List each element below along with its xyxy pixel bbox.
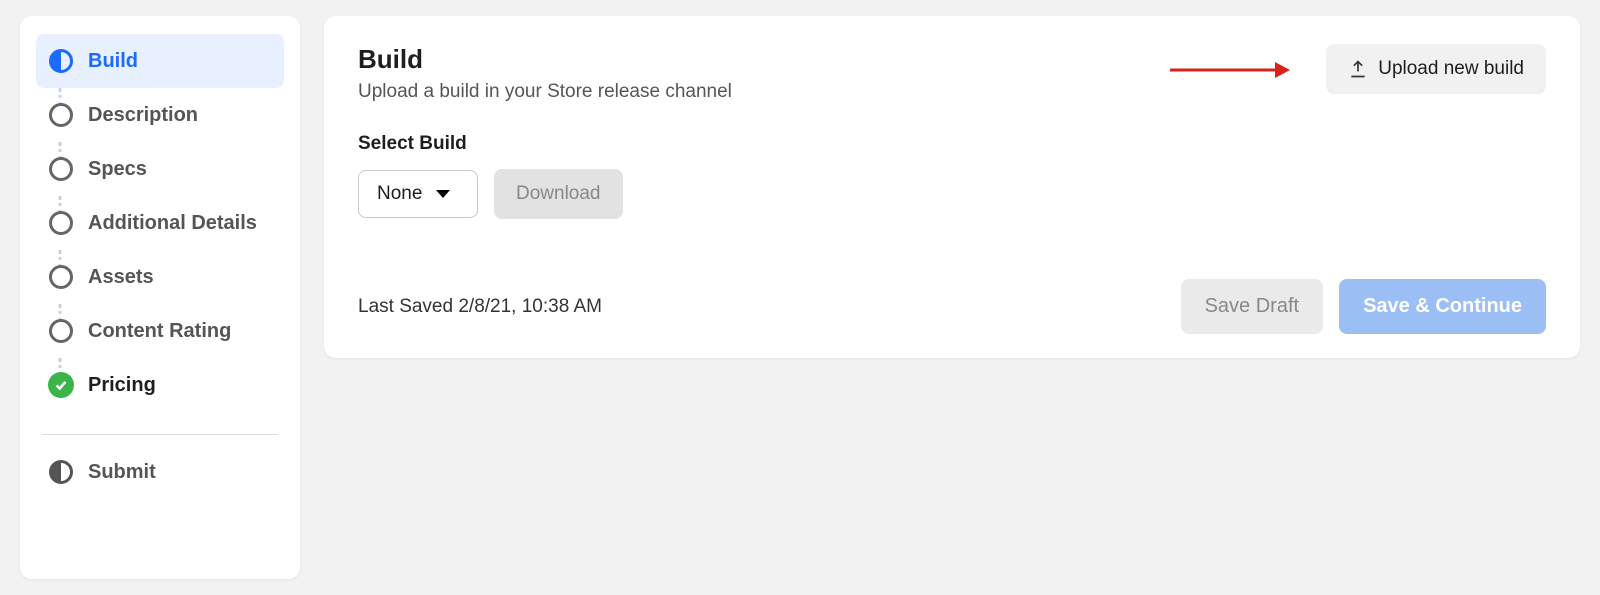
page-title: Build: [358, 44, 732, 75]
sidebar-submit[interactable]: Submit: [36, 445, 284, 499]
page-subtitle: Upload a build in your Store release cha…: [358, 81, 732, 103]
footer-actions: Save Draft Save & Continue: [1181, 279, 1546, 334]
download-button[interactable]: Download: [494, 169, 623, 219]
step-label: Specs: [88, 158, 147, 181]
step-label: Build: [88, 50, 138, 73]
sidebar-step-content-rating[interactable]: Content Rating: [36, 304, 284, 358]
sidebar-step-specs[interactable]: Specs: [36, 142, 284, 196]
caret-down-icon: [436, 190, 450, 198]
footer-row: Last Saved 2/8/21, 10:38 AM Save Draft S…: [358, 279, 1546, 334]
header-row: Build Upload a build in your Store relea…: [358, 44, 1546, 103]
empty-circle-icon: [48, 210, 74, 236]
step-list: Build Description Specs Additional Detai…: [36, 34, 284, 412]
step-label: Content Rating: [88, 320, 231, 343]
sidebar-step-description[interactable]: Description: [36, 88, 284, 142]
divider: [42, 434, 278, 435]
step-label: Additional Details: [88, 212, 257, 235]
upload-new-build-button[interactable]: Upload new build: [1326, 44, 1546, 94]
main-panel: Build Upload a build in your Store relea…: [324, 16, 1580, 358]
save-draft-button[interactable]: Save Draft: [1181, 279, 1323, 334]
sidebar-step-build[interactable]: Build: [36, 34, 284, 88]
empty-circle-icon: [48, 156, 74, 182]
check-circle-icon: [48, 372, 74, 398]
header-text: Build Upload a build in your Store relea…: [358, 44, 732, 103]
step-label: Pricing: [88, 374, 156, 397]
submit-label: Submit: [88, 461, 156, 484]
empty-circle-icon: [48, 102, 74, 128]
build-dropdown[interactable]: None: [358, 170, 478, 218]
sidebar-step-pricing[interactable]: Pricing: [36, 358, 284, 412]
sidebar: Build Description Specs Additional Detai…: [20, 16, 300, 579]
sidebar-step-additional-details[interactable]: Additional Details: [36, 196, 284, 250]
step-label: Assets: [88, 266, 154, 289]
dropdown-value: None: [377, 183, 422, 205]
select-row: None Download: [358, 169, 1546, 219]
empty-circle-icon: [48, 318, 74, 344]
sidebar-step-assets[interactable]: Assets: [36, 250, 284, 304]
half-circle-icon: [48, 48, 74, 74]
last-saved-text: Last Saved 2/8/21, 10:38 AM: [358, 296, 602, 318]
empty-circle-icon: [48, 264, 74, 290]
select-build-label: Select Build: [358, 133, 1546, 155]
upload-icon: [1348, 59, 1368, 79]
save-continue-button[interactable]: Save & Continue: [1339, 279, 1546, 334]
upload-label: Upload new build: [1378, 58, 1524, 80]
step-label: Description: [88, 104, 198, 127]
half-circle-icon: [48, 459, 74, 485]
